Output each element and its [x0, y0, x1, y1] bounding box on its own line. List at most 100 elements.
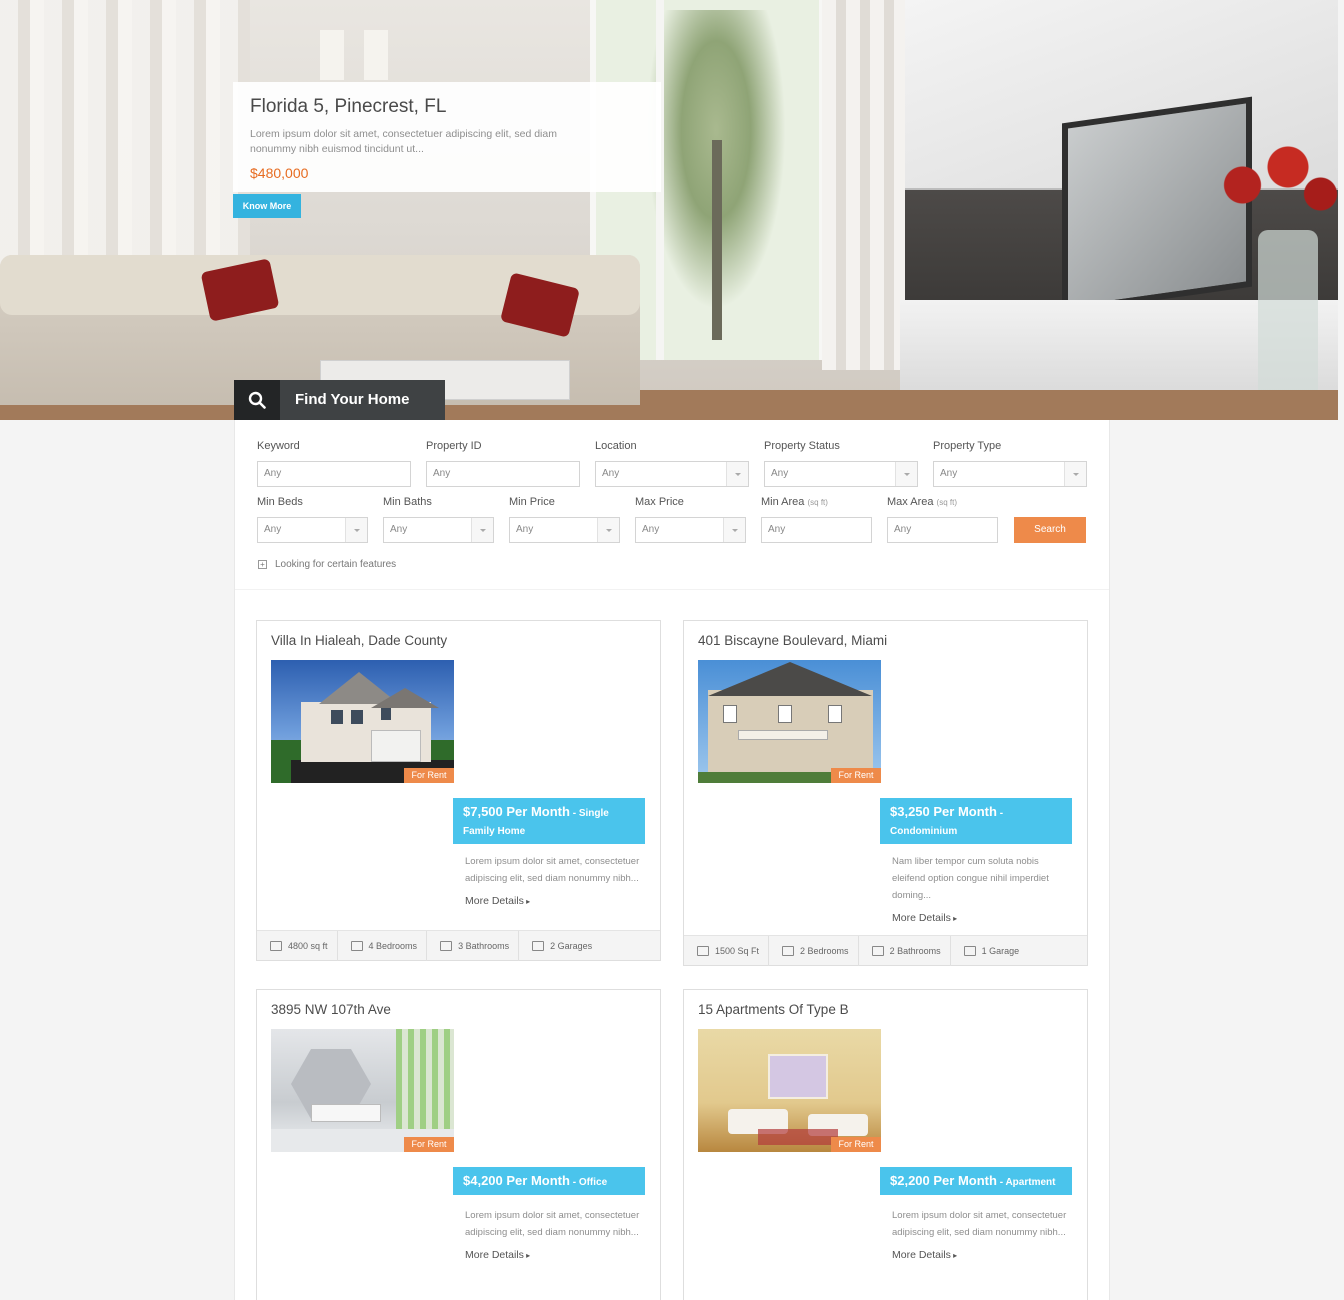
stat-value: 2 Garages	[550, 941, 593, 951]
property-card: 15 Apartments Of Type B For Rent $2,200 …	[683, 989, 1088, 1300]
hero-curtain-right	[822, 0, 912, 370]
stat-value: 3 Bathrooms	[458, 941, 510, 951]
more-details-link[interactable]: More Details	[892, 912, 957, 924]
property-title[interactable]: 15 Apartments Of Type B	[698, 1002, 849, 1017]
bed-icon	[782, 946, 795, 956]
chevron-down-icon	[345, 518, 367, 542]
min-price-value: Any	[516, 524, 534, 535]
max-area-unit: (sq ft)	[936, 498, 957, 507]
bath-icon	[440, 941, 453, 951]
min-price-label: Min Price	[509, 496, 555, 508]
plus-square-icon: +	[258, 560, 267, 569]
price-box: $4,200 Per Month - Office	[453, 1167, 645, 1195]
property-thumbnail[interactable]: For Rent	[698, 660, 881, 783]
stat-bathrooms: 2 Bathrooms	[859, 936, 951, 966]
search-icon	[234, 380, 280, 420]
area-icon	[697, 946, 709, 956]
min-baths-select[interactable]: Any	[383, 517, 494, 543]
bath-icon	[871, 946, 884, 956]
min-baths-label: Min Baths	[383, 496, 432, 508]
property-description: Nam liber tempor cum soluta nobis eleife…	[892, 856, 1049, 901]
price: $2,200 Per Month	[890, 1173, 997, 1188]
bed-icon	[350, 941, 363, 951]
max-price-select[interactable]: Any	[635, 517, 746, 543]
find-your-home-tab[interactable]: Find Your Home	[234, 380, 445, 420]
more-details-link[interactable]: More Details	[465, 1249, 530, 1261]
chevron-down-icon	[723, 518, 745, 542]
min-baths-value: Any	[390, 524, 408, 535]
stat-value: 2 Bedrooms	[800, 946, 849, 956]
status-badge: For Rent	[831, 768, 881, 783]
stat-garages: 2 Garages	[519, 931, 601, 961]
stat-value: 4 Bedrooms	[368, 941, 418, 951]
location-value: Any	[602, 468, 620, 479]
stat-garages: 1 Garage	[951, 936, 1029, 966]
status-badge: For Rent	[831, 1137, 881, 1152]
max-price-value: Any	[642, 524, 660, 535]
features-label: Looking for certain features	[275, 559, 397, 570]
property-status-select[interactable]: Any	[764, 461, 918, 487]
price: $7,500 Per Month	[463, 804, 570, 819]
min-area-label: Min Area (sq ft)	[761, 496, 828, 508]
chevron-down-icon	[895, 462, 917, 486]
property-card: Villa In Hialeah, Dade County For Rent $…	[256, 620, 661, 961]
hero-banner: Florida 5, Pinecrest, FL Lorem ipsum dol…	[0, 0, 1338, 420]
stat-bedrooms: 2 Bedrooms	[769, 936, 859, 966]
hero-price: $480,000	[250, 165, 309, 181]
wall-lamp	[364, 30, 388, 80]
property-stats: 1500 Sq Ft 2 Bedrooms 2 Bathrooms 1 Gara…	[684, 935, 1087, 966]
stat-value: 1500 Sq Ft	[715, 946, 760, 956]
min-beds-label: Min Beds	[257, 496, 303, 508]
chevron-down-icon	[471, 518, 493, 542]
price: $4,200 Per Month	[463, 1173, 570, 1188]
location-label: Location	[595, 440, 637, 452]
hero-title[interactable]: Florida 5, Pinecrest, FL	[250, 96, 644, 118]
features-toggle[interactable]: + Looking for certain features	[258, 559, 396, 570]
property-type-select[interactable]: Any	[933, 461, 1087, 487]
stat-value: 4800 sq ft	[288, 941, 328, 951]
property-description: Lorem ipsum dolor sit amet, consectetuer…	[892, 1210, 1067, 1238]
min-area-input[interactable]: Any	[761, 517, 872, 543]
garage-icon	[532, 941, 545, 951]
location-select[interactable]: Any	[595, 461, 749, 487]
property-description: Lorem ipsum dolor sit amet, consectetuer…	[465, 856, 640, 884]
status-badge: For Rent	[404, 768, 454, 783]
know-more-button[interactable]: Know More	[233, 194, 301, 218]
max-area-label: Max Area (sq ft)	[887, 496, 957, 508]
property-thumbnail[interactable]: For Rent	[698, 1029, 881, 1152]
search-button[interactable]: Search	[1014, 517, 1086, 543]
property-title[interactable]: 401 Biscayne Boulevard, Miami	[698, 633, 887, 648]
wall-lamp	[320, 30, 344, 80]
garage-icon	[963, 946, 976, 956]
property-card: 401 Biscayne Boulevard, Miami For Rent $…	[683, 620, 1088, 966]
property-type-label: Property Type	[933, 440, 1002, 452]
price-box: $3,250 Per Month - Condominium	[880, 798, 1072, 844]
keyword-input[interactable]: Any	[257, 461, 411, 487]
property-description: Lorem ipsum dolor sit amet, consectetuer…	[465, 1210, 640, 1238]
property-type: - Office	[569, 1177, 608, 1188]
property-id-input[interactable]: Any	[426, 461, 580, 487]
hero-flowers	[1210, 140, 1338, 230]
hero-description: Lorem ipsum dolor sit amet, consectetuer…	[250, 128, 557, 155]
min-beds-value: Any	[264, 524, 282, 535]
property-thumbnail[interactable]: For Rent	[271, 660, 454, 783]
advanced-search-form: Keyword Any Property ID Any Location Any…	[235, 420, 1109, 590]
property-stats: 4800 sq ft 4 Bedrooms 3 Bathrooms 2 Gara…	[257, 930, 660, 961]
find-your-home-label: Find Your Home	[280, 380, 445, 420]
property-title[interactable]: Villa In Hialeah, Dade County	[271, 633, 447, 648]
price-box: $7,500 Per Month - Single Family Home	[453, 798, 645, 844]
stat-value: 1 Garage	[981, 946, 1020, 956]
property-status-value: Any	[771, 468, 789, 479]
property-thumbnail[interactable]: For Rent	[271, 1029, 454, 1152]
property-card: 3895 NW 107th Ave For Rent $4,200 Per Mo…	[256, 989, 661, 1300]
more-details-link[interactable]: More Details	[892, 1249, 957, 1261]
property-status-label: Property Status	[764, 440, 840, 452]
stat-value: 2 Bathrooms	[889, 946, 941, 956]
min-beds-select[interactable]: Any	[257, 517, 368, 543]
stat-bathrooms: 3 Bathrooms	[427, 931, 520, 961]
property-title[interactable]: 3895 NW 107th Ave	[271, 1002, 391, 1017]
max-area-input[interactable]: Any	[887, 517, 998, 543]
status-badge: For Rent	[404, 1137, 454, 1152]
more-details-link[interactable]: More Details	[465, 895, 530, 907]
min-price-select[interactable]: Any	[509, 517, 620, 543]
